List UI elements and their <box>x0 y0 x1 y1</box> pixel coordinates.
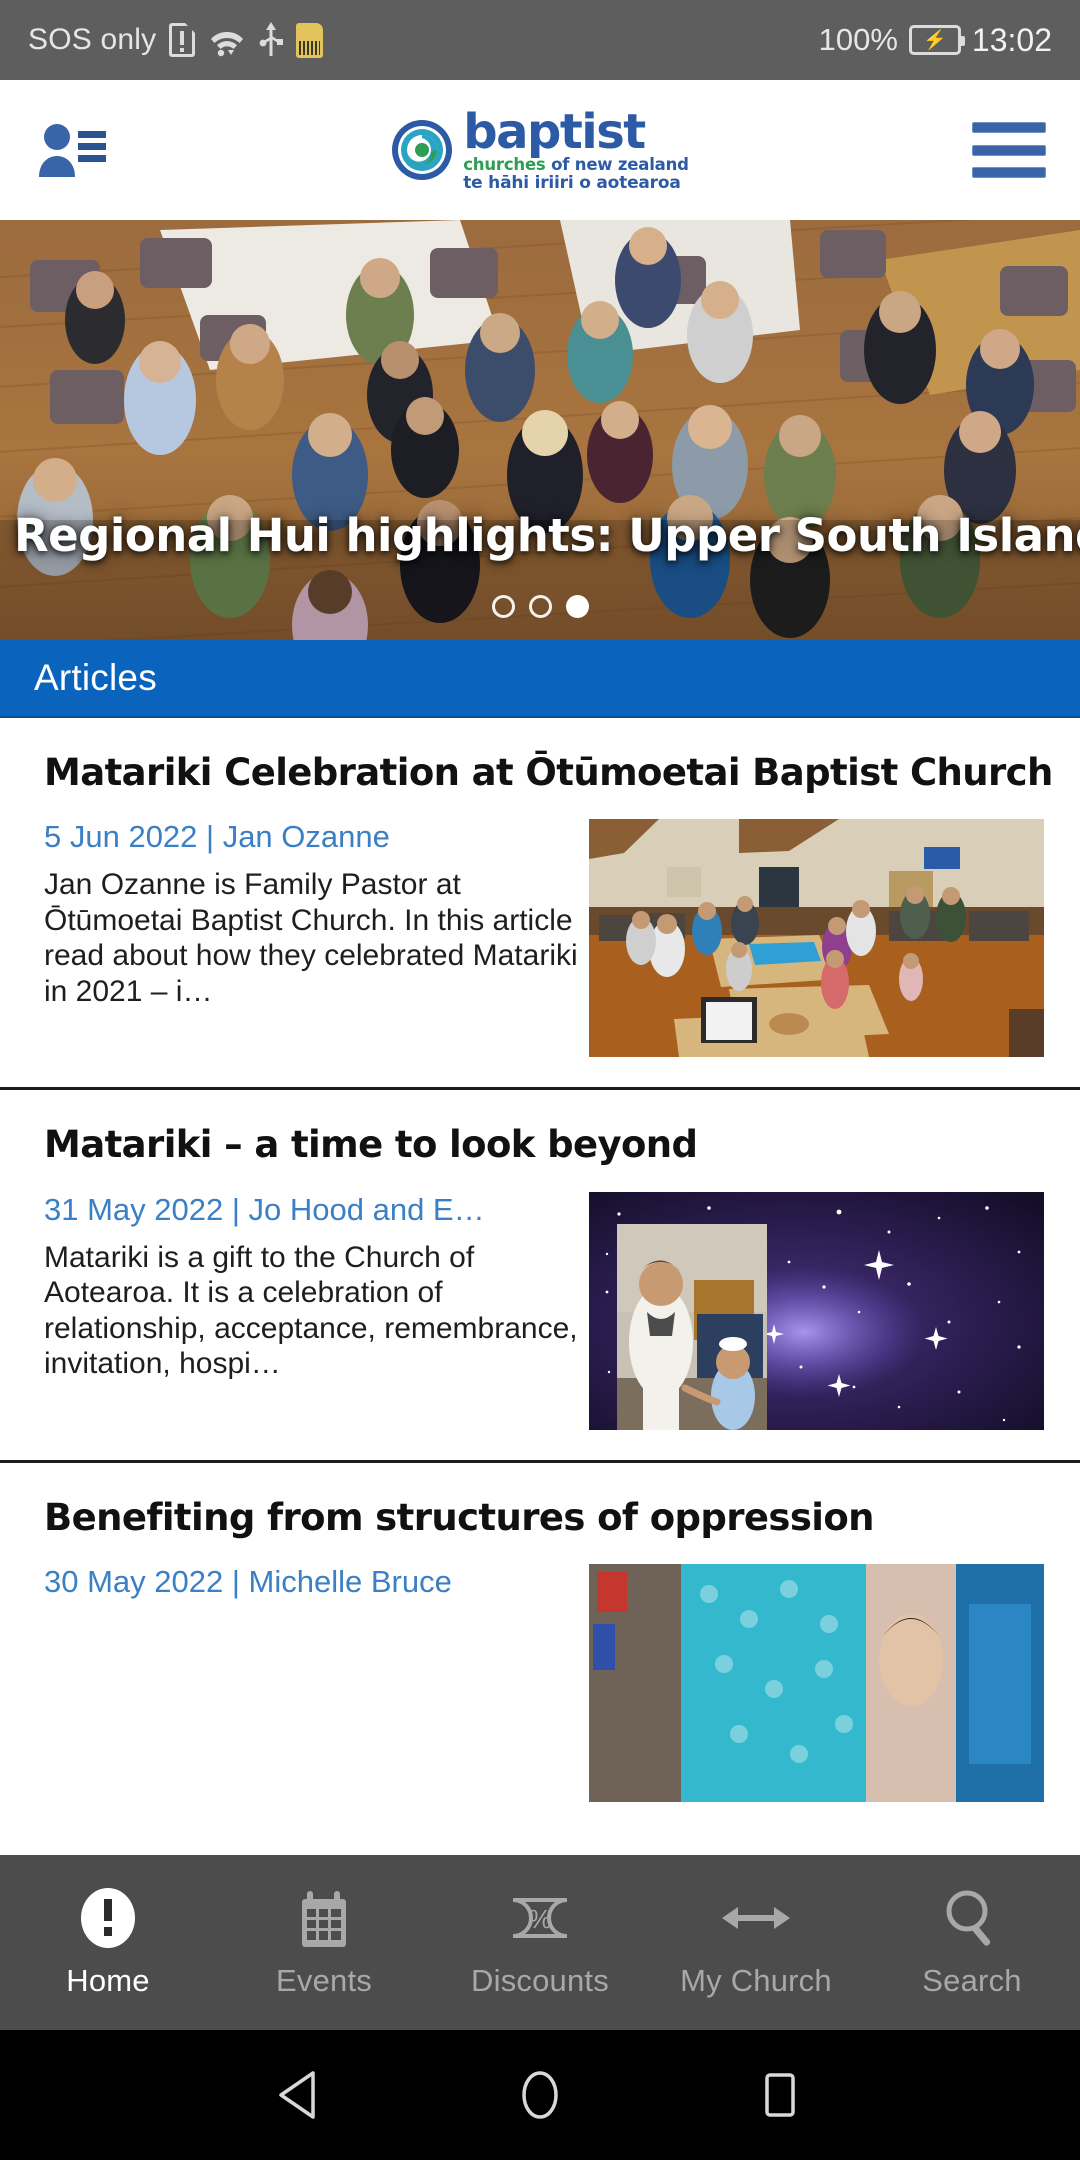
article-list-item[interactable]: Matariki Celebration at Ōtūmoetai Baptis… <box>0 718 1080 1091</box>
hero-title: Regional Hui highlights: Upper South Isl… <box>14 509 1080 562</box>
article-thumbnail[interactable] <box>589 1564 1044 1803</box>
exclamation-circle-icon <box>80 1887 136 1949</box>
article-body: 5 Jun 2022 | Jan Ozanne Jan Ozanne is Fa… <box>44 819 1044 1058</box>
sim-card-alert-icon <box>169 23 196 57</box>
carousel-dot-2[interactable] <box>528 595 552 618</box>
battery-percent-label: 100% <box>818 22 898 57</box>
tab-label-discounts: Discounts <box>471 1962 609 1998</box>
bottom-tab-bar: Home Events % Discounts My Church Search <box>0 1855 1080 2030</box>
tab-label-search: Search <box>922 1962 1022 1998</box>
phone-screen: SOS only 100% ⚡ 13:02 baptist churches o… <box>0 0 1080 2160</box>
article-text-column: 31 May 2022 | Jo Hood and E… Matariki is… <box>44 1192 589 1382</box>
wifi-icon <box>208 23 246 57</box>
hero-carousel[interactable]: Regional Hui highlights: Upper South Isl… <box>0 220 1080 640</box>
tab-label-events: Events <box>276 1962 372 1998</box>
logo-tagline-maori: te hāhi iriiri o aotearoa <box>463 173 681 194</box>
article-body: 31 May 2022 | Jo Hood and E… Matariki is… <box>44 1191 1044 1430</box>
article-thumbnail[interactable] <box>589 1191 1044 1430</box>
carousel-dot-1[interactable] <box>491 595 515 618</box>
tab-label-home: Home <box>66 1962 150 1998</box>
tab-my-church[interactable]: My Church <box>648 1887 864 1999</box>
tab-search[interactable]: Search <box>864 1887 1080 1999</box>
recents-square-icon[interactable] <box>745 2060 815 2130</box>
article-meta: 31 May 2022 | Jo Hood and E… <box>44 1191 485 1227</box>
tab-label-my-church: My Church <box>680 1962 832 1998</box>
logo-word-baptist: baptist <box>463 103 646 160</box>
sd-card-icon <box>296 22 324 58</box>
double-arrow-icon <box>720 1887 792 1949</box>
articles-section-header: Articles <box>0 640 1080 718</box>
status-bar-left: SOS only <box>28 22 324 58</box>
article-text-column: 30 May 2022 | Michelle Bruce <box>44 1564 589 1612</box>
hero-image <box>0 220 1080 640</box>
tab-events[interactable]: Events <box>216 1887 432 1999</box>
article-thumbnail[interactable] <box>589 819 1044 1058</box>
article-meta: 30 May 2022 | Michelle Bruce <box>44 1564 452 1600</box>
article-text-column: 5 Jun 2022 | Jan Ozanne Jan Ozanne is Fa… <box>44 819 589 1009</box>
calendar-icon <box>296 1887 352 1949</box>
battery-charging-icon: ⚡ <box>908 25 965 55</box>
hamburger-menu-icon[interactable] <box>971 122 1046 178</box>
baptist-logo[interactable]: baptist churches of new zealand te hāhi … <box>391 108 689 193</box>
tab-discounts[interactable]: % Discounts <box>432 1887 648 1999</box>
article-list-item[interactable]: Benefiting from structures of oppression… <box>0 1463 1080 1832</box>
logo-tagline-churches: churches of new zealand <box>463 154 689 174</box>
carousel-dots[interactable] <box>0 595 1080 618</box>
status-bar-right: 100% ⚡ 13:02 <box>819 22 1052 59</box>
magnifier-icon <box>942 1887 1002 1949</box>
back-triangle-icon[interactable] <box>265 2060 335 2130</box>
clock-label: 13:02 <box>971 21 1052 58</box>
section-title: Articles <box>34 657 157 698</box>
articles-list: Matariki Celebration at Ōtūmoetai Baptis… <box>0 718 1080 1833</box>
article-title: Matariki Celebration at Ōtūmoetai Baptis… <box>44 751 1053 794</box>
article-excerpt: Jan Ozanne is Family Pastor at Ōtūmoetai… <box>44 868 578 1008</box>
app-header: baptist churches of new zealand te hāhi … <box>0 80 1080 220</box>
percent-tag-icon: % <box>505 1887 575 1949</box>
contacts-person-list-icon[interactable] <box>34 119 108 181</box>
article-excerpt: Matariki is a gift to the Church of Aote… <box>44 1240 578 1381</box>
tab-home[interactable]: Home <box>0 1887 216 1999</box>
carrier-label: SOS only <box>28 23 157 56</box>
article-title: Matariki – a time to look beyond <box>44 1123 698 1167</box>
logo-wordmark: baptist churches of new zealand te hāhi … <box>463 108 689 193</box>
baptist-koru-spiral-logo-icon <box>391 119 453 181</box>
article-body: 30 May 2022 | Michelle Bruce <box>44 1564 1044 1803</box>
android-nav-bar <box>0 2030 1080 2160</box>
article-title: Benefiting from structures of oppression <box>44 1495 875 1539</box>
status-bar: SOS only 100% ⚡ 13:02 <box>0 0 1080 80</box>
carousel-dot-3[interactable] <box>565 595 589 618</box>
usb-icon <box>259 22 284 58</box>
logo-tagline-of-new-zealand: of new zealand <box>551 154 689 174</box>
svg-text:%: % <box>528 1904 551 1934</box>
article-list-item[interactable]: Matariki – a time to look beyond 31 May … <box>0 1090 1080 1463</box>
article-meta: 5 Jun 2022 | Jan Ozanne <box>44 819 390 855</box>
home-circle-icon[interactable] <box>505 2060 575 2130</box>
